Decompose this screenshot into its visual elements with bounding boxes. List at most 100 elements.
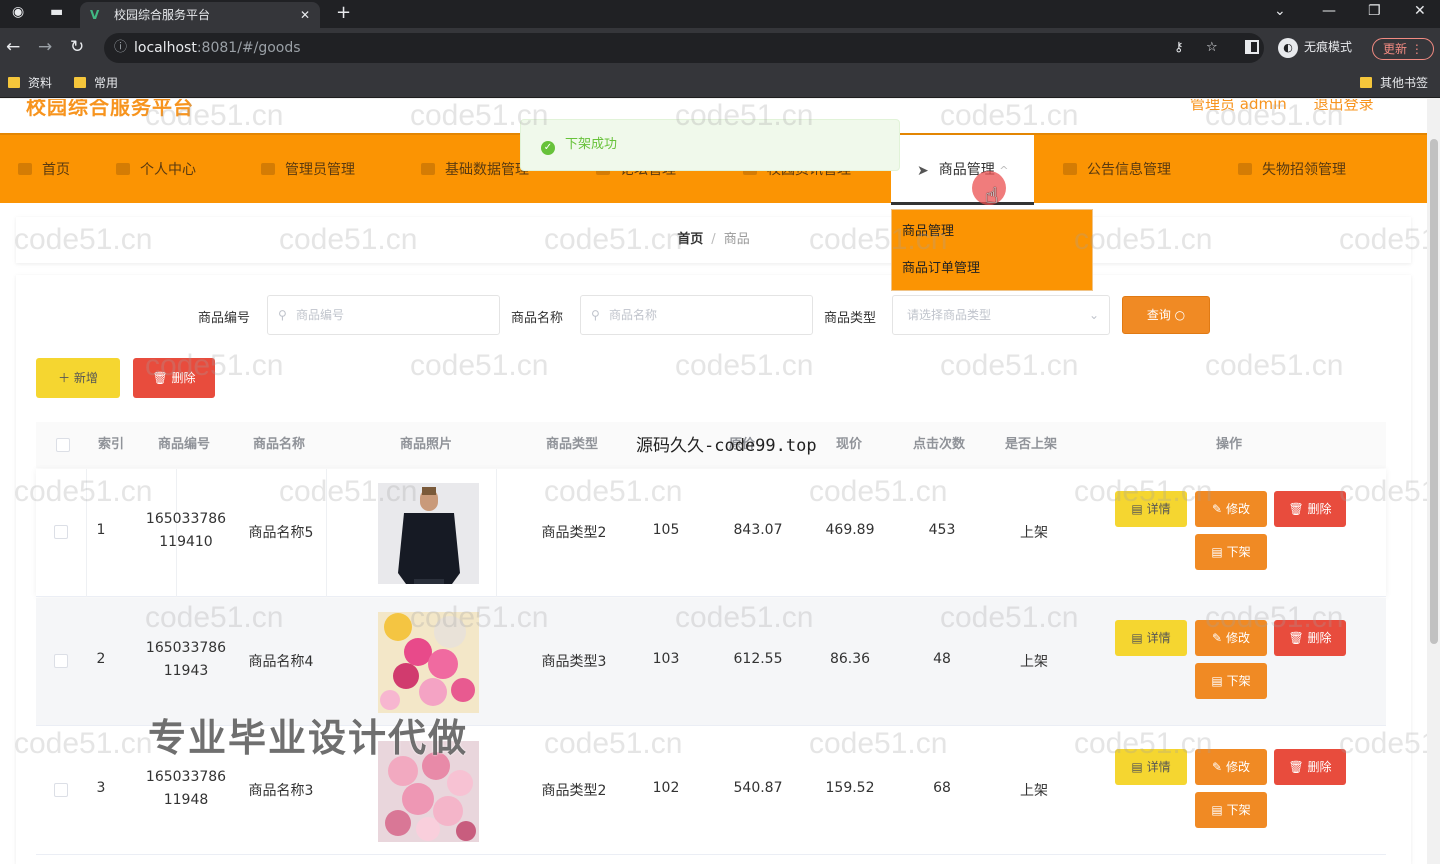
edit-label: 修改	[1225, 760, 1250, 774]
edit-icon: ✎	[1212, 760, 1223, 774]
browser-tab[interactable]: V 校园综合服务平台 ✕	[80, 2, 320, 28]
row-stock: 103	[652, 651, 680, 667]
other-bookmarks-label: 其他书签	[1380, 76, 1429, 90]
edit-button[interactable]: ✎ 修改	[1195, 491, 1267, 527]
off-shelf-icon: ▤	[1211, 545, 1223, 559]
submenu-goods-manage[interactable]: 商品管理	[892, 222, 1092, 259]
menu-home[interactable]: 首页	[18, 135, 70, 205]
col-actions: 操作	[1216, 437, 1243, 452]
reload-icon[interactable]: ↻	[70, 37, 84, 57]
row-index: 2	[96, 651, 106, 667]
code-line: 165033786	[145, 769, 227, 785]
row-checkbox[interactable]	[54, 783, 68, 797]
breadcrumb-current: 商品	[723, 232, 750, 247]
edit-button[interactable]: ✎ 修改	[1195, 620, 1267, 656]
row-clicks: 48	[933, 651, 951, 667]
detail-button[interactable]: ▤ 详情	[1115, 749, 1187, 785]
page-scrollbar[interactable]	[1427, 99, 1440, 864]
row-stock: 105	[652, 522, 680, 538]
bookmark-folder-0[interactable]: 资料	[8, 74, 52, 92]
forward-icon[interactable]: →	[38, 37, 52, 57]
menu-admin[interactable]: 管理员管理	[261, 135, 355, 205]
code-line: 165033786	[145, 511, 227, 527]
maximize-icon[interactable]: ❐	[1368, 3, 1381, 19]
new-tab-button[interactable]: +	[336, 2, 351, 23]
menu-label: 首页	[42, 162, 70, 178]
minimize-icon[interactable]: —	[1322, 3, 1336, 19]
url-field[interactable]: ⓘ localhost:8081/#/goods ⚷ ☆	[104, 33, 1264, 63]
col-type: 商品类型	[546, 437, 599, 452]
detail-button[interactable]: ▤ 详情	[1115, 620, 1187, 656]
trash-icon: 🗑	[152, 371, 168, 385]
update-button[interactable]: 更新 ⋮	[1372, 38, 1434, 60]
detail-button[interactable]: ▤ 详情	[1115, 491, 1187, 527]
menu-profile[interactable]: 个人中心	[116, 135, 196, 205]
delete-label: 删除	[171, 371, 196, 385]
bookmark-folder-1[interactable]: 常用	[74, 74, 118, 92]
menu-label: 公告信息管理	[1087, 162, 1171, 178]
row-stock: 102	[652, 780, 680, 796]
incognito-indicator[interactable]: ◐ 无痕模式	[1278, 36, 1352, 58]
edit-label: 修改	[1225, 631, 1250, 645]
breadcrumb-home[interactable]: 首页	[677, 232, 703, 247]
menu-goods[interactable]: ➤ 商品管理 ^	[891, 135, 1035, 205]
browser-menu-icon[interactable]: ◉	[12, 4, 24, 20]
edit-icon: ✎	[1212, 631, 1223, 645]
logout-link[interactable]: 退出登录	[1314, 99, 1374, 113]
bookmarks-bar: 资料 常用 其他书签	[0, 68, 1440, 98]
row-checkbox[interactable]	[54, 525, 68, 539]
menu-label: 基础数据管理	[445, 162, 529, 178]
delete-label: 删除	[1307, 760, 1332, 774]
tab-close-icon[interactable]: ✕	[300, 2, 310, 28]
row-index: 1	[96, 522, 106, 538]
url-host: localhost	[134, 40, 197, 56]
off-shelf-button[interactable]: ▤ 下架	[1195, 663, 1267, 699]
delete-button[interactable]: 🗑 删除	[1274, 620, 1346, 656]
off-shelf-button[interactable]: ▤ 下架	[1195, 534, 1267, 570]
menu-label: 个人中心	[140, 162, 196, 178]
tab-title: 校园综合服务平台	[114, 8, 211, 22]
query-button[interactable]: 查询 ○	[1122, 296, 1210, 334]
bookmark-label: 资料	[28, 76, 53, 90]
select-all-checkbox[interactable]	[56, 438, 70, 452]
tab-search-icon[interactable]: ⌄	[1274, 3, 1286, 19]
col-photo: 商品照片	[400, 437, 453, 452]
product-photo	[378, 612, 479, 713]
batch-delete-button[interactable]: 🗑 删除	[133, 358, 215, 398]
menu-lost-found[interactable]: 失物招领管理	[1238, 135, 1346, 205]
add-button[interactable]: ＋ 新增	[36, 358, 120, 398]
bookmark-star-icon[interactable]: ☆	[1206, 33, 1218, 63]
success-toast: ✓ 下架成功	[520, 119, 900, 171]
off-shelf-label: 下架	[1226, 545, 1251, 559]
col-index: 索引	[98, 437, 125, 452]
other-bookmarks[interactable]: 其他书签	[1360, 74, 1428, 92]
delete-button[interactable]: 🗑 删除	[1274, 749, 1346, 785]
row-price: 469.89	[825, 522, 875, 538]
scrollbar-thumb[interactable]	[1430, 139, 1438, 644]
type-select[interactable]: 请选择商品类型 ⌄	[892, 295, 1110, 335]
menu-basic-data[interactable]: 基础数据管理	[421, 135, 529, 205]
folder-icon	[8, 77, 20, 88]
edit-button[interactable]: ✎ 修改	[1195, 749, 1267, 785]
row-checkbox[interactable]	[54, 654, 68, 668]
close-window-icon[interactable]: ✕	[1414, 3, 1426, 19]
back-icon[interactable]: ←	[6, 37, 20, 57]
breadcrumb: 首页 / 商品	[16, 217, 1411, 263]
window-icon[interactable]: ▬	[50, 4, 63, 20]
menu-notice[interactable]: 公告信息管理	[1063, 135, 1171, 205]
code-line: 11948	[163, 792, 209, 808]
code-input[interactable]: ⚲ 商品编号	[267, 295, 500, 335]
delete-button[interactable]: 🗑 删除	[1274, 491, 1346, 527]
name-input[interactable]: ⚲ 商品名称	[580, 295, 813, 335]
off-shelf-button[interactable]: ▤ 下架	[1195, 792, 1267, 828]
row-original-price: 843.07	[733, 522, 783, 538]
incognito-icon: ◐	[1278, 37, 1298, 58]
key-icon[interactable]: ⚷	[1174, 33, 1184, 63]
col-name: 商品名称	[253, 437, 306, 452]
detail-icon: ▤	[1131, 631, 1143, 645]
row-code: 165033786 11943	[126, 637, 246, 683]
side-panel-icon[interactable]	[1245, 40, 1259, 54]
site-info-icon[interactable]: ⓘ	[114, 33, 127, 63]
submenu-goods-orders[interactable]: 商品订单管理	[892, 259, 1092, 296]
row-type: 商品类型3	[541, 654, 607, 670]
